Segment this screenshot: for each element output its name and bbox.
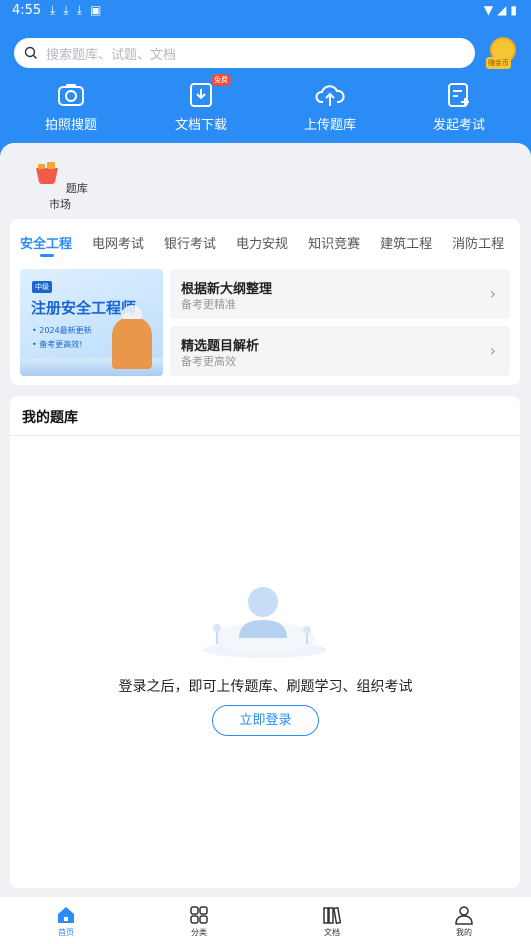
start-exam-button[interactable]: 发起考试 — [409, 82, 509, 133]
search-placeholder: 搜索题库、试题、文档 — [46, 47, 177, 63]
download-icon: ⤓ — [63, 3, 69, 17]
header-background — [0, 0, 531, 160]
banner-title: 注册安全工程师 — [31, 299, 137, 317]
tab-power-safety[interactable]: 电力安规 — [236, 233, 288, 252]
feature-subtitle: 备考更精准 — [181, 298, 236, 311]
upload-bank-button[interactable]: 上传题库 — [280, 82, 380, 133]
question-market-button[interactable]: 题库市场 — [30, 158, 90, 212]
photo-search-button[interactable]: 拍照搜题 — [21, 82, 121, 133]
free-badge: 免费 — [211, 74, 231, 86]
nav-documents[interactable]: 文档 — [302, 905, 362, 938]
status-bar: 4:55 ⤓ ⤓ ⤓ ▣ ▼ ◢ ▮ — [0, 0, 531, 24]
coin-label: 赚金币 — [486, 57, 511, 69]
nav-label: 分类 — [191, 928, 207, 937]
camera-icon — [58, 84, 84, 106]
nav-home[interactable]: 首页 — [36, 905, 96, 938]
download-doc-icon — [190, 83, 212, 107]
my-bank-title: 我的题库 — [22, 410, 78, 426]
tab-fire-engineering[interactable]: 消防工程 — [452, 233, 504, 252]
tab-knowledge-contest[interactable]: 知识竞赛 — [308, 233, 360, 252]
chevron-right-icon: › — [489, 341, 496, 360]
notification-icon: ▣ — [89, 3, 102, 17]
download-icon: ⤓ — [76, 3, 82, 17]
battery-icon: ▮ — [510, 3, 517, 17]
feature-row-analysis[interactable]: 精选题目解析 备考更高效 › — [170, 326, 510, 376]
nav-category[interactable]: 分类 — [169, 905, 229, 938]
search-bar[interactable]: 搜索题库、试题、文档 — [14, 38, 475, 68]
grid-icon — [190, 906, 208, 924]
category-tabs: 安全工程 电网考试 银行考试 电力安规 知识竞赛 建筑工程 消防工程 — [20, 233, 524, 257]
user-icon — [455, 906, 473, 925]
promo-banner[interactable]: 中级 注册安全工程师 • 2024最新更新 • 备考更高效! — [20, 269, 163, 376]
doc-download-button[interactable]: 免费 文档下载 — [151, 74, 251, 133]
empty-state-text: 登录之后，即可上传题库、刷题学习、组织考试 — [118, 679, 413, 695]
signal-icon: ◢ — [497, 3, 507, 17]
banner-line: • 2024最新更新 — [32, 326, 92, 335]
chevron-right-icon: › — [489, 284, 496, 303]
quick-label: 拍照搜题 — [44, 118, 97, 133]
nav-label: 文档 — [324, 928, 340, 937]
quick-label: 发起考试 — [432, 118, 485, 133]
tab-safety-engineering[interactable]: 安全工程 — [20, 233, 72, 257]
banner-line: • 备考更高效! — [32, 340, 83, 349]
upload-cloud-icon — [315, 85, 345, 106]
quick-label: 上传题库 — [303, 118, 356, 133]
quick-label: 文档下载 — [174, 118, 227, 133]
feature-subtitle: 备考更高效 — [181, 355, 236, 368]
feature-title: 根据新大纲整理 — [181, 282, 273, 297]
wifi-icon: ▼ — [483, 3, 494, 17]
books-icon — [323, 906, 342, 925]
nav-mine[interactable]: 我的 — [434, 905, 494, 938]
status-time: 4:55 — [12, 3, 42, 18]
feature-title: 精选题目解析 — [181, 339, 260, 354]
market-label: 题库市场 — [49, 182, 88, 211]
nav-label: 首页 — [58, 928, 74, 937]
tab-construction[interactable]: 建筑工程 — [380, 233, 432, 252]
cart-icon — [36, 162, 59, 184]
download-icon: ⤓ — [50, 3, 56, 17]
login-button[interactable]: 立即登录 — [212, 705, 319, 736]
nav-label: 我的 — [456, 928, 472, 937]
search-icon — [24, 46, 37, 59]
bottom-nav: 首页 分类 文档 我的 — [0, 896, 531, 944]
home-icon — [58, 907, 74, 923]
exam-add-icon — [448, 83, 469, 107]
divider — [10, 435, 520, 436]
earn-coins-button[interactable]: 赚金币 — [486, 37, 518, 69]
tab-bank-exam[interactable]: 银行考试 — [164, 233, 216, 252]
feature-row-syllabus[interactable]: 根据新大纲整理 备考更精准 › — [170, 269, 510, 319]
banner-tag: 中级 — [32, 281, 52, 293]
empty-user-illustration — [203, 587, 327, 658]
tab-grid-exam[interactable]: 电网考试 — [92, 233, 144, 252]
worker-illustration — [112, 305, 152, 369]
